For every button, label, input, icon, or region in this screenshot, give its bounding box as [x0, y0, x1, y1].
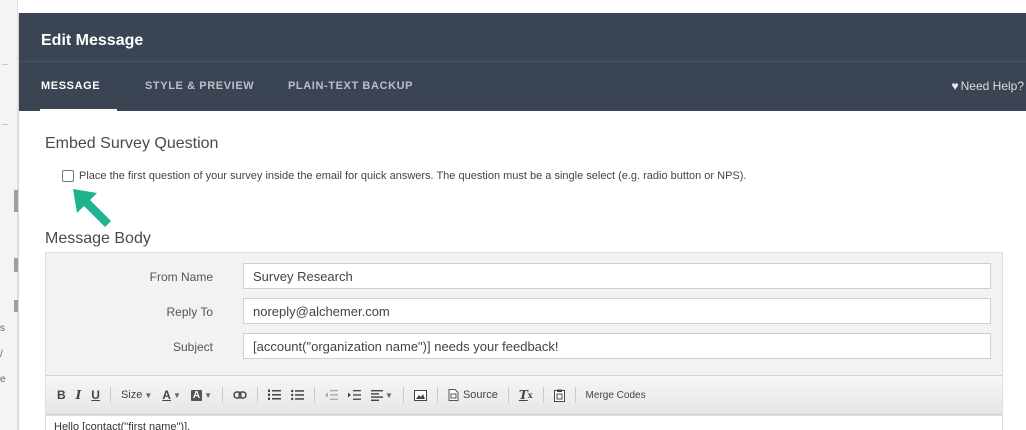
remove-format-button[interactable]: Tx [519, 388, 533, 402]
tab-bar: MESSAGE STYLE & PREVIEW PLAIN-TEXT BACKU… [19, 61, 1026, 112]
heart-icon: ♥ [951, 79, 959, 93]
chevron-down-icon: ▼ [144, 390, 153, 400]
image-button[interactable] [413, 389, 427, 401]
chevron-down-icon: ▼ [385, 390, 393, 400]
tab-plain-text-backup[interactable]: PLAIN-TEXT BACKUP [288, 80, 413, 92]
subject-label: Subject [172, 340, 213, 354]
paste-icon [553, 389, 565, 402]
align-left-icon [371, 389, 384, 401]
reply-to-label: Reply To [166, 305, 213, 319]
reply-to-row: Reply To noreply@alchemer.com [46, 298, 1002, 326]
text-color-icon: A [162, 388, 171, 402]
link-button[interactable] [233, 390, 247, 400]
modal-header: Edit Message MESSAGE STYLE & PREVIEW PLA… [19, 13, 1026, 112]
italic-button[interactable]: I [76, 388, 82, 402]
gutter-tick [2, 124, 8, 125]
gutter-glyph: / [0, 349, 3, 360]
need-help-link[interactable]: ♥ Need Help? [952, 79, 1025, 93]
source-button[interactable]: Source [448, 389, 498, 401]
toolbar-separator [436, 387, 438, 403]
reply-to-input[interactable]: noreply@alchemer.com [243, 298, 991, 324]
bulleted-list-icon [291, 389, 305, 401]
remove-format-mark: x [527, 390, 533, 400]
background-page-edge: s / e [0, 0, 18, 430]
editor-toolbar: B I U Size ▼ A ▼ A ▼ ▼ Source T x Merge … [46, 375, 1002, 415]
editor-content: Hello [contact("first name")], [54, 421, 191, 430]
background-color-icon: A [190, 389, 203, 401]
subject-row: Subject [account("organization name")] n… [46, 333, 1002, 361]
bold-button[interactable]: B [57, 388, 66, 402]
toolbar-separator [507, 387, 509, 403]
image-icon [413, 389, 427, 401]
toolbar-separator [222, 387, 224, 403]
toolbar-separator [402, 387, 404, 403]
merge-codes-button[interactable]: Merge Codes [586, 390, 646, 401]
font-size-label: Size [120, 389, 143, 401]
embed-question-checkbox[interactable] [62, 170, 74, 182]
need-help-label: Need Help? [960, 79, 1024, 93]
toolbar-separator [314, 387, 316, 403]
message-body-panel: From Name Survey Research Reply To norep… [45, 252, 1003, 430]
from-name-input[interactable]: Survey Research [243, 263, 991, 289]
link-icon [233, 391, 247, 399]
message-body-title: Message Body [45, 230, 151, 247]
source-icon [448, 389, 459, 401]
toolbar-separator [257, 387, 259, 403]
indent-icon [348, 390, 362, 400]
active-tab-indicator [40, 109, 117, 112]
embed-section-title: Embed Survey Question [45, 135, 219, 152]
message-editor[interactable]: Hello [contact("first name")], [46, 415, 1002, 430]
numbered-list-icon [268, 389, 282, 400]
decrease-indent-button[interactable] [325, 389, 339, 401]
source-label: Source [462, 389, 498, 401]
underline-button[interactable]: U [91, 388, 100, 402]
subject-input[interactable]: [account("organization name")] needs you… [243, 333, 991, 359]
bulleted-list-button[interactable] [291, 389, 305, 401]
from-name-label: From Name [149, 270, 213, 284]
font-size-dropdown[interactable]: Size ▼ [121, 389, 152, 401]
paste-button[interactable] [553, 389, 565, 402]
numbered-list-button[interactable] [268, 389, 282, 401]
toolbar-separator [574, 387, 576, 403]
increase-indent-button[interactable] [348, 389, 362, 401]
gutter-tick [2, 64, 8, 65]
chevron-down-icon: ▼ [204, 390, 213, 400]
modal-title: Edit Message [41, 32, 144, 49]
edit-message-modal: Edit Message MESSAGE STYLE & PREVIEW PLA… [18, 13, 1026, 430]
remove-format-icon: T [518, 388, 528, 402]
background-color-button[interactable]: A ▼ [190, 389, 213, 401]
pointer-arrow-icon [73, 189, 111, 227]
gutter-glyph: e [0, 374, 6, 385]
gutter-glyph: s [0, 323, 5, 334]
toolbar-separator [109, 387, 111, 403]
align-dropdown[interactable]: ▼ [371, 389, 393, 401]
tab-style-preview[interactable]: STYLE & PREVIEW [145, 80, 254, 92]
tab-message[interactable]: MESSAGE [41, 80, 100, 92]
text-color-button[interactable]: A ▼ [162, 388, 181, 402]
from-name-row: From Name Survey Research [46, 263, 1002, 291]
outdent-icon [325, 390, 339, 400]
chevron-down-icon: ▼ [172, 390, 181, 400]
toolbar-separator [542, 387, 544, 403]
embed-question-option: Place the first question of your survey … [62, 170, 746, 182]
embed-question-label: Place the first question of your survey … [79, 170, 747, 182]
